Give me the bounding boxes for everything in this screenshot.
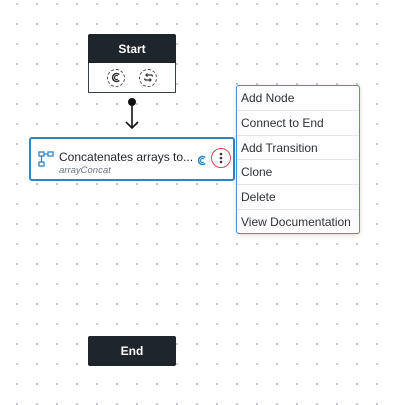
- end-node[interactable]: End: [88, 336, 176, 366]
- context-menu: Add Node Connect to End Add Transition C…: [236, 85, 360, 234]
- menu-item-delete[interactable]: Delete: [237, 185, 359, 210]
- menu-item-clone[interactable]: Clone: [237, 160, 359, 186]
- menu-item-add-transition[interactable]: Add Transition: [237, 136, 359, 161]
- action-node-subtitle: arrayConcat: [59, 165, 111, 176]
- workflow-canvas[interactable]: Start Concatenates arrays to... arrayCon…: [0, 0, 393, 405]
- menu-item-view-documentation[interactable]: View Documentation: [237, 210, 359, 235]
- action-node[interactable]: Concatenates arrays to... arrayConcat: [29, 137, 235, 181]
- action-node-title: Concatenates arrays to...: [59, 150, 194, 164]
- menu-item-add-node[interactable]: Add Node: [237, 86, 359, 111]
- concatenate-icon: [197, 153, 208, 171]
- workflow-icon: [38, 151, 54, 172]
- more-vertical-icon[interactable]: [211, 148, 231, 168]
- end-node-label: End: [120, 344, 144, 358]
- menu-item-connect-to-end[interactable]: Connect to End: [237, 111, 359, 136]
